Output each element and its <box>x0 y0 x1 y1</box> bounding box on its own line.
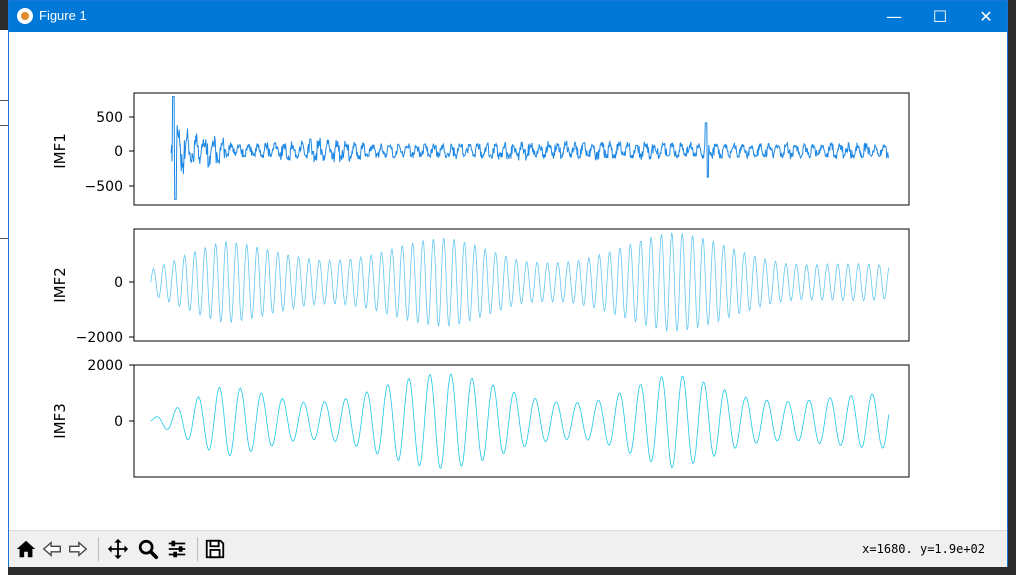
subplot-imf1: 500 0 −500 IMF1 <box>51 92 910 206</box>
imf2-series-line <box>150 232 890 332</box>
imf1-series-line <box>170 96 890 200</box>
window-title: Figure 1 <box>39 8 87 23</box>
zoom-button[interactable] <box>135 536 161 562</box>
ylabel-imf2: IMF2 <box>51 267 69 303</box>
forward-button[interactable] <box>65 536 91 562</box>
zoom-icon <box>138 539 159 560</box>
ylabel-imf1: IMF1 <box>51 133 69 169</box>
imf3-series-line <box>150 373 890 470</box>
back-icon <box>42 541 61 557</box>
save-button[interactable] <box>202 536 228 562</box>
pan-button[interactable] <box>105 536 131 562</box>
axes-frame-imf2 <box>133 228 910 342</box>
navigation-toolbar: x=1680. y=1.9e+02 <box>9 530 1007 567</box>
minimize-button[interactable]: — <box>871 1 917 32</box>
subplot-imf3: 2000 0 IMF3 <box>51 358 910 478</box>
ytick-label: 0 <box>114 275 123 291</box>
ytick-label: 2000 <box>87 358 123 374</box>
close-button[interactable]: ✕ <box>963 1 1009 32</box>
pan-icon <box>107 538 129 560</box>
axes-frame-imf3 <box>133 364 910 478</box>
background-window-edge <box>0 30 8 575</box>
figure-window: Figure 1 — ☐ ✕ 500 0 −500 IMF1 0 −2000 I… <box>8 0 1008 567</box>
forward-icon <box>69 541 88 557</box>
ytick-label: 0 <box>114 414 123 430</box>
ytick-label: −2000 <box>76 330 123 346</box>
ytick-label: −500 <box>85 179 123 195</box>
subplot-imf2: 0 −2000 IMF2 <box>51 228 910 346</box>
title-bar[interactable]: Figure 1 — ☐ ✕ <box>9 1 1007 32</box>
ytick-label: 0 <box>114 144 123 160</box>
configure-subplots-icon <box>168 540 186 558</box>
plots-svg: 500 0 −500 IMF1 0 −2000 IMF2 2000 0 IMF3 <box>51 92 910 478</box>
ylabel-imf3: IMF3 <box>51 403 69 439</box>
figure-canvas[interactable]: 500 0 −500 IMF1 0 −2000 IMF2 2000 0 IMF3 <box>9 32 1007 530</box>
toolbar-separator <box>197 537 198 561</box>
back-button[interactable] <box>39 536 65 562</box>
toolbar-separator <box>98 537 99 561</box>
cursor-coordinates: x=1680. y=1.9e+02 <box>862 542 985 556</box>
configure-subplots-button[interactable] <box>164 536 190 562</box>
home-button[interactable] <box>13 536 39 562</box>
matplotlib-app-icon <box>17 8 33 24</box>
home-icon <box>16 540 36 558</box>
save-icon <box>205 539 225 559</box>
maximize-button[interactable]: ☐ <box>917 1 963 32</box>
ytick-label: 500 <box>96 110 123 126</box>
